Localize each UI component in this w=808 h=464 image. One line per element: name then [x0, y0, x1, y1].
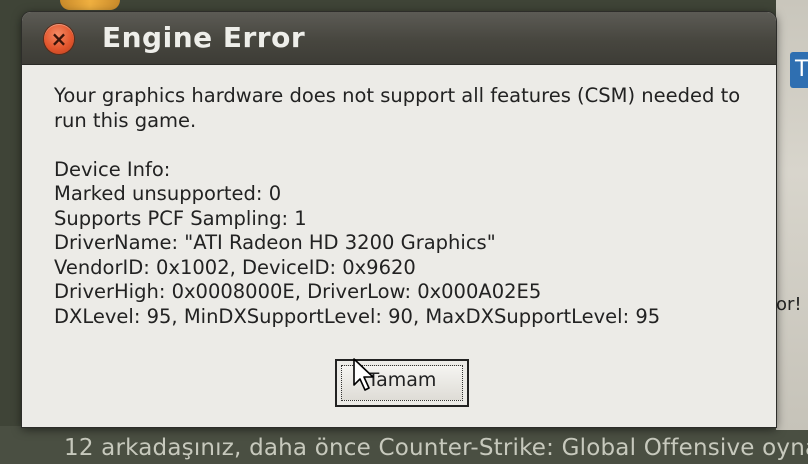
device-info-line: DXLevel: 95, MinDXSupportLevel: 90, MaxD… [54, 304, 661, 328]
device-info-line: DriverHigh: 0x0008000E, DriverLow: 0x000… [54, 280, 542, 303]
dialog-title: Engine Error [102, 21, 306, 54]
background-glow [60, 0, 120, 10]
device-info-line: DriverName: "ATI Radeon HD 3200 Graphics… [54, 231, 496, 254]
background-friends-text: 12 arkadaşınız, daha önce Counter-Strike… [64, 435, 808, 461]
dialog-titlebar: × Engine Error [22, 12, 776, 65]
engine-error-dialog: × Engine Error Your graphics hardware do… [22, 12, 776, 427]
device-info-line: VendorID: 0x1002, DeviceID: 0x9620 [54, 255, 416, 279]
background-right-text: or! [776, 294, 802, 315]
device-info-line: Supports PCF Sampling: 1 [54, 206, 307, 230]
mouse-pointer-icon [353, 358, 374, 391]
message-line-1: Your graphics hardware does not support … [54, 84, 741, 107]
device-info-heading: Device Info: [54, 157, 171, 181]
close-icon: × [50, 27, 68, 51]
dialog-message: Your graphics hardware does not support … [54, 84, 764, 329]
close-button[interactable]: × [44, 24, 74, 54]
device-info-line: Marked unsupported: 0 [54, 182, 282, 205]
background-tab[interactable]: T [790, 52, 808, 88]
message-line-2: run this game. [54, 108, 197, 132]
